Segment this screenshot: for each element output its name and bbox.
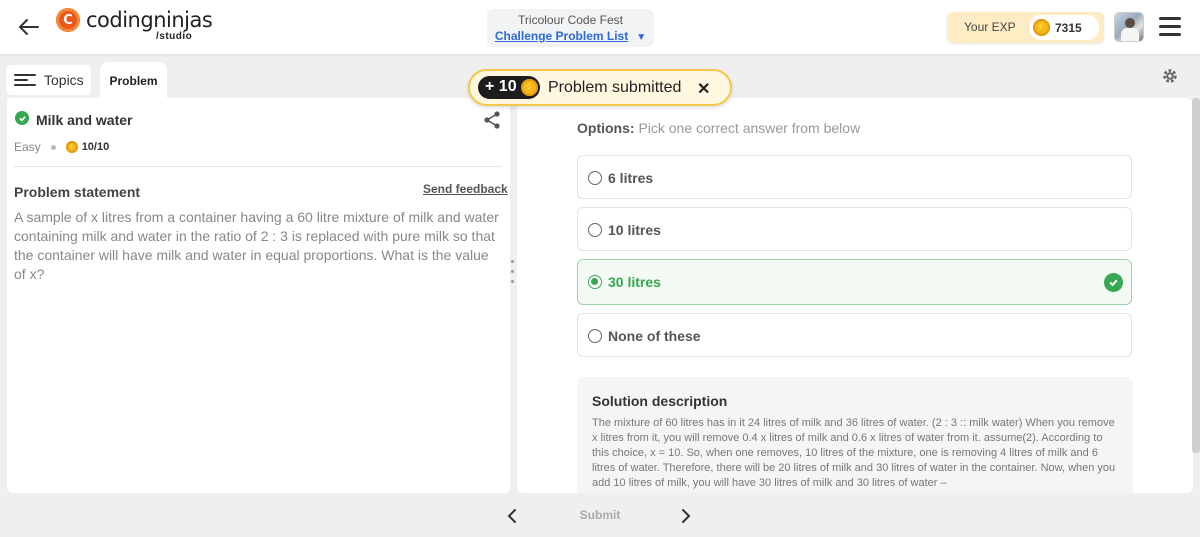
points-badge: + 10 ⚡ (478, 76, 540, 99)
exp-widget[interactable]: Your EXP ⚡ 7315 (947, 12, 1104, 43)
settings-gear-icon[interactable] (1161, 67, 1179, 85)
avatar-head (1125, 18, 1135, 28)
check-circle-icon (15, 111, 29, 125)
back-arrow-icon[interactable] (16, 14, 42, 40)
top-header: C codingninjas /studio Tricolour Code Fe… (0, 0, 1200, 54)
logo-text: codingninjas (86, 8, 213, 32)
tab-topics-label: Topics (44, 72, 84, 88)
coin-icon: ⚡ (1033, 19, 1050, 36)
topics-list-icon (14, 73, 36, 87)
panel-resize-handle[interactable] (511, 260, 515, 290)
toast-message: Problem submitted (548, 79, 682, 96)
option-none-of-these[interactable]: None of these (577, 313, 1132, 357)
tab-topics[interactable]: Topics (6, 65, 91, 95)
coin-icon: ⚡ (65, 141, 78, 153)
problem-panel: Milk and water Easy ⚡ 10/10 Problem stat… (7, 98, 510, 493)
scrollbar[interactable] (1192, 98, 1200, 453)
hamburger-menu-icon[interactable] (1159, 17, 1181, 37)
problem-meta: Easy ⚡ 10/10 (14, 140, 109, 154)
option-10-litres[interactable]: 10 litres (577, 207, 1132, 251)
points-value: + 10 (485, 78, 517, 95)
close-icon[interactable]: ✕ (697, 79, 710, 99)
option-label: 6 litres (608, 170, 654, 186)
option-label: 10 litres (608, 222, 661, 238)
event-title: Tricolour Code Fest (518, 13, 623, 27)
separator-dot (50, 144, 56, 150)
problem-statement: A sample of x litres from a container ha… (14, 209, 499, 282)
option-6-litres[interactable]: 6 litres (577, 155, 1132, 199)
radio-button[interactable] (588, 223, 602, 237)
option-label: 30 litres (608, 274, 661, 290)
user-avatar[interactable] (1114, 12, 1144, 42)
answer-panel: Options: Pick one correct answer from be… (517, 98, 1193, 493)
exp-label: Your EXP (964, 20, 1016, 34)
radio-button-selected[interactable] (588, 275, 602, 289)
chevron-right-icon[interactable] (676, 507, 694, 525)
exp-value: 7315 (1055, 21, 1082, 35)
submission-toast: + 10 ⚡ Problem submitted ✕ (468, 69, 732, 106)
radio-button[interactable] (588, 329, 602, 343)
options-heading: Options: Pick one correct answer from be… (577, 120, 861, 136)
chevron-down-icon: ▼ (636, 32, 647, 43)
coin-icon: ⚡ (521, 79, 538, 96)
option-label: None of these (608, 328, 701, 344)
avatar-body (1121, 28, 1139, 41)
solution-text: The mixture of 60 litres has in it 24 li… (592, 417, 1116, 489)
send-feedback-link[interactable]: Send feedback (423, 182, 508, 196)
divider (14, 166, 502, 167)
solution-title: Solution description (592, 393, 728, 409)
tab-problem[interactable]: Problem (100, 62, 167, 100)
exp-pill: ⚡ 7315 (1029, 15, 1099, 40)
event-selector[interactable]: Tricolour Code Fest Challenge Problem Li… (487, 9, 654, 47)
share-icon[interactable] (482, 110, 502, 130)
correct-check-icon (1104, 273, 1123, 292)
problem-title: Milk and water (36, 112, 133, 128)
submit-button[interactable]: Submit (572, 508, 628, 522)
radio-button[interactable] (588, 171, 602, 185)
solution-box: Solution description The mixture of 60 l… (577, 377, 1133, 493)
option-30-litres[interactable]: 30 litres (577, 259, 1132, 305)
coding-ninjas-logo[interactable]: C codingninjas (56, 8, 213, 32)
statement-heading: Problem statement (14, 184, 141, 200)
score-value: 10/10 (81, 141, 110, 153)
logo-subtitle: /studio (156, 31, 193, 42)
logo-mark-icon: C (56, 8, 80, 32)
chevron-left-icon[interactable] (504, 507, 522, 525)
difficulty-label: Easy (14, 140, 41, 154)
challenge-list-link[interactable]: Challenge Problem List ▼ (495, 29, 646, 43)
